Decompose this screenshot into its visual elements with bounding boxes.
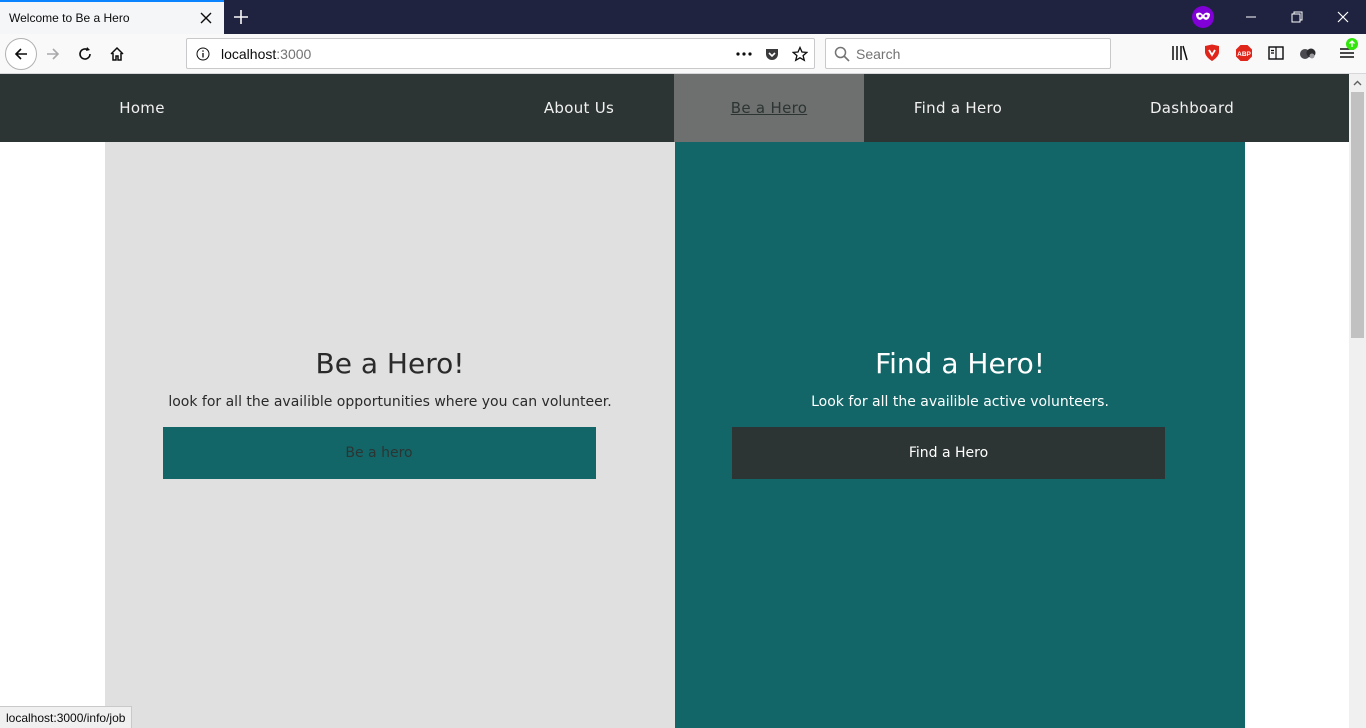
search-bar[interactable] bbox=[825, 38, 1111, 69]
info-icon[interactable] bbox=[195, 46, 211, 62]
update-badge-icon bbox=[1346, 38, 1358, 50]
find-a-hero-panel: Find a Hero! Look for all the availible … bbox=[675, 142, 1245, 728]
find-a-hero-button[interactable]: Find a Hero bbox=[732, 427, 1165, 479]
page-viewport: Home About Us Be a Hero Find a Hero Dash… bbox=[0, 74, 1349, 728]
nav-home[interactable]: Home bbox=[98, 74, 186, 142]
nav-be-a-hero[interactable]: Be a Hero bbox=[674, 74, 864, 142]
url-text[interactable]: localhost:3000 bbox=[221, 46, 730, 62]
active-tab[interactable]: Welcome to Be a Hero bbox=[0, 0, 224, 34]
reader-view-icon[interactable] bbox=[1264, 41, 1288, 65]
be-a-hero-panel: Be a Hero! look for all the availible op… bbox=[105, 142, 675, 728]
restore-icon[interactable] bbox=[1274, 0, 1320, 34]
site-nav: Home About Us Be a Hero Find a Hero Dash… bbox=[0, 74, 1349, 142]
svg-text:ABP: ABP bbox=[1237, 51, 1251, 58]
new-tab-icon[interactable] bbox=[229, 5, 253, 29]
be-a-hero-title: Be a Hero! bbox=[315, 347, 465, 380]
nav-about-us[interactable]: About Us bbox=[528, 74, 630, 142]
browser-toolbar: localhost:3000 ABP bbox=[0, 34, 1366, 74]
close-window-icon[interactable] bbox=[1320, 0, 1366, 34]
be-a-hero-subtitle: look for all the availible opportunities… bbox=[168, 394, 612, 410]
url-host: localhost bbox=[221, 45, 277, 62]
nav-dashboard[interactable]: Dashboard bbox=[1136, 74, 1248, 142]
private-browsing-icon bbox=[1192, 6, 1214, 28]
back-icon[interactable] bbox=[5, 38, 37, 70]
search-icon bbox=[834, 46, 850, 62]
reload-icon[interactable] bbox=[70, 39, 100, 69]
scroll-up-icon[interactable] bbox=[1349, 74, 1366, 91]
adblock-icon[interactable]: ABP bbox=[1232, 41, 1256, 65]
nav-find-a-hero[interactable]: Find a Hero bbox=[896, 74, 1020, 142]
shield-icon[interactable] bbox=[1200, 41, 1224, 65]
home-icon[interactable] bbox=[102, 39, 132, 69]
url-port: :3000 bbox=[276, 45, 312, 62]
find-a-hero-subtitle: Look for all the availible active volunt… bbox=[811, 394, 1109, 410]
bookmark-star-icon[interactable] bbox=[786, 40, 814, 68]
page-actions-icon[interactable] bbox=[730, 40, 758, 68]
url-bar[interactable]: localhost:3000 bbox=[186, 38, 815, 69]
extension-icon[interactable] bbox=[1296, 41, 1320, 65]
be-a-hero-button[interactable]: Be a hero bbox=[162, 427, 596, 479]
pocket-icon[interactable] bbox=[758, 40, 786, 68]
status-bar: localhost:3000/info/job bbox=[0, 706, 133, 728]
find-a-hero-title: Find a Hero! bbox=[875, 347, 1045, 380]
library-icon[interactable] bbox=[1168, 41, 1192, 65]
close-tab-icon[interactable] bbox=[198, 10, 214, 26]
tab-strip: Welcome to Be a Hero bbox=[0, 0, 1366, 34]
vertical-scrollbar[interactable] bbox=[1349, 74, 1366, 728]
forward-icon[interactable] bbox=[38, 39, 68, 69]
scroll-thumb[interactable] bbox=[1351, 92, 1364, 338]
tab-title: Welcome to Be a Hero bbox=[9, 11, 130, 25]
minimize-icon[interactable] bbox=[1228, 0, 1274, 34]
search-input[interactable] bbox=[856, 45, 1096, 62]
